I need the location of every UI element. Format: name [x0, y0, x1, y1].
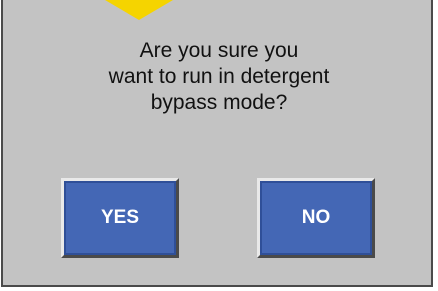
confirm-dialog: Are you sure you want to run in detergen…	[1, 0, 433, 287]
message-line: want to run in detergent	[108, 65, 330, 88]
no-button[interactable]: NO	[257, 178, 375, 258]
message-line: bypass mode?	[150, 91, 288, 114]
yes-button[interactable]: YES	[61, 178, 179, 258]
callout-arrow-icon	[105, 0, 173, 20]
message-line: Are you sure you	[139, 39, 299, 62]
confirm-message: Are you sure you want to run in detergen…	[3, 38, 435, 116]
